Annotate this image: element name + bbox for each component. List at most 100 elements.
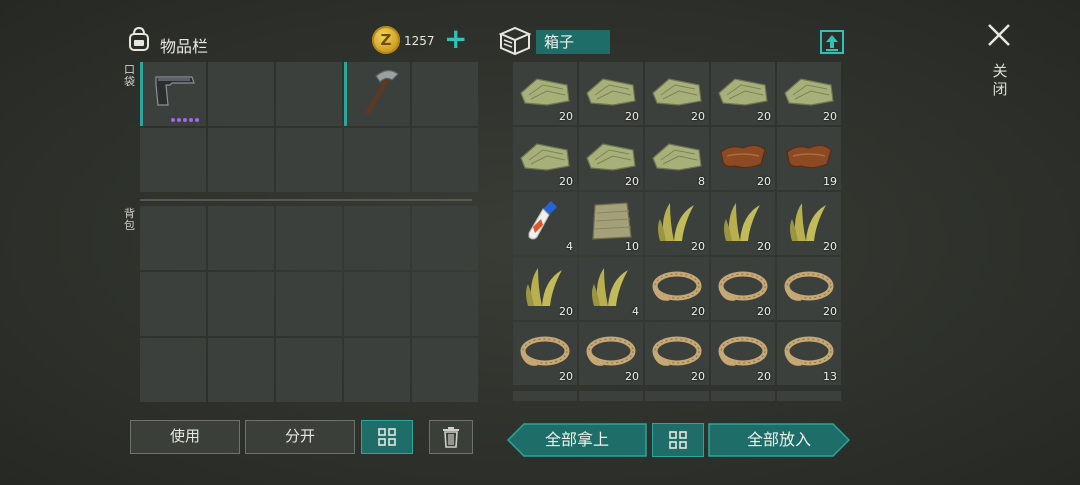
section-divider (140, 199, 472, 201)
backpack-slot[interactable] (140, 338, 206, 402)
pocket-slot[interactable] (140, 62, 206, 126)
container-slot[interactable]: 20 (513, 257, 577, 320)
pocket-slot[interactable] (208, 62, 274, 126)
item-count: 20 (625, 370, 639, 383)
item-count: 20 (757, 370, 771, 383)
pocket-grid (140, 62, 478, 192)
backpack-icon (129, 26, 149, 51)
container-slot[interactable]: 20 (645, 322, 709, 385)
pocket-slot[interactable] (412, 62, 478, 126)
pocket-slot[interactable] (412, 128, 478, 192)
pocket-label: 口袋 (124, 63, 135, 88)
container-slot[interactable]: 20 (645, 192, 709, 255)
container-name[interactable]: 箱子 (536, 30, 610, 54)
backpack-slot[interactable] (412, 338, 478, 402)
item-count: 20 (625, 175, 639, 188)
backpack-slot[interactable] (344, 338, 410, 402)
backpack-slot[interactable] (208, 338, 274, 402)
container-slot[interactable]: 4 (579, 257, 643, 320)
backpack-slot[interactable] (140, 206, 206, 270)
close-label[interactable]: 关闭 (990, 62, 1010, 98)
container-slot[interactable]: 20 (777, 192, 841, 255)
item-count: 19 (823, 175, 837, 188)
container-slot[interactable]: 20 (777, 257, 841, 320)
trash-icon (443, 427, 459, 448)
sort-container-button[interactable] (652, 423, 704, 457)
item-count: 20 (559, 110, 573, 123)
container-slot[interactable]: 20 (579, 62, 643, 125)
upload-icon[interactable] (818, 28, 846, 56)
backpack-slot[interactable] (208, 206, 274, 270)
container-slot[interactable]: 20 (711, 322, 775, 385)
coin-amount: 1257 (404, 34, 435, 48)
container-slot[interactable]: 20 (579, 127, 643, 190)
item-count: 20 (559, 305, 573, 318)
coin-icon: Z (372, 26, 400, 54)
container-slot[interactable]: 20 (777, 62, 841, 125)
rarity-dots (171, 118, 199, 122)
take-all-button[interactable]: 全部拿上 (507, 423, 647, 457)
close-icon[interactable] (986, 22, 1012, 48)
item-count: 20 (559, 370, 573, 383)
box-icon (498, 26, 532, 56)
backpack-slot[interactable] (276, 338, 342, 402)
pocket-slot[interactable] (208, 128, 274, 192)
item-count: 20 (757, 110, 771, 123)
coin-symbol: Z (380, 31, 392, 49)
pocket-slot[interactable] (140, 128, 206, 192)
container-grid-overflow-row (513, 391, 843, 401)
container-slot[interactable]: 13 (777, 322, 841, 385)
trash-button[interactable] (429, 420, 473, 454)
item-count: 4 (566, 240, 573, 253)
container-slot[interactable]: 20 (513, 322, 577, 385)
backpack-slot[interactable] (140, 272, 206, 336)
container-slot[interactable]: 20 (579, 322, 643, 385)
put-all-label: 全部放入 (746, 430, 811, 449)
container-slot[interactable]: 8 (645, 127, 709, 190)
container-slot[interactable]: 20 (513, 127, 577, 190)
container-slot[interactable]: 20 (513, 62, 577, 125)
container-slot[interactable]: 10 (579, 192, 643, 255)
backpack-slot[interactable] (412, 206, 478, 270)
item-count: 20 (691, 305, 705, 318)
backpack-slot[interactable] (276, 206, 342, 270)
item-count: 20 (823, 240, 837, 253)
container-grid: 20 20 20 20 20 20 20 8 20 19 4 10 20 20 20 20 4 20 20 20 20 2… (513, 62, 841, 385)
backpack-slot[interactable] (344, 206, 410, 270)
item-count: 4 (632, 305, 639, 318)
backpack-slot[interactable] (208, 272, 274, 336)
container-slot[interactable]: 20 (645, 257, 709, 320)
item-count: 20 (757, 240, 771, 253)
container-slot[interactable]: 20 (645, 62, 709, 125)
pocket-slot[interactable] (276, 62, 342, 126)
put-all-button[interactable]: 全部放入 (708, 423, 850, 457)
container-slot[interactable]: 4 (513, 192, 577, 255)
item-count: 10 (625, 240, 639, 253)
backpack-slot[interactable] (344, 272, 410, 336)
item-count: 20 (757, 175, 771, 188)
container-slot[interactable]: 20 (711, 62, 775, 125)
backpack-label: 背包 (124, 207, 135, 232)
container-slot[interactable]: 19 (777, 127, 841, 190)
sort-inventory-button[interactable] (361, 420, 413, 454)
item-count: 20 (823, 305, 837, 318)
item-count: 20 (823, 110, 837, 123)
sort-grid-icon (378, 428, 396, 446)
pocket-slot[interactable] (276, 128, 342, 192)
item-count: 13 (823, 370, 837, 383)
container-slot[interactable]: 20 (711, 192, 775, 255)
container-slot[interactable]: 20 (711, 257, 775, 320)
container-slot[interactable]: 20 (711, 127, 775, 190)
pocket-slot[interactable] (344, 62, 410, 126)
split-button[interactable]: 分开 (245, 420, 355, 454)
item-count: 20 (691, 110, 705, 123)
use-button[interactable]: 使用 (130, 420, 240, 454)
item-count: 20 (691, 240, 705, 253)
item-count: 20 (625, 110, 639, 123)
pocket-slot[interactable] (344, 128, 410, 192)
backpack-slot[interactable] (276, 272, 342, 336)
backpack-slot[interactable] (412, 272, 478, 336)
take-all-label: 全部拿上 (544, 430, 609, 449)
sort-grid-icon (669, 431, 687, 449)
plus-icon[interactable]: + (444, 25, 468, 53)
